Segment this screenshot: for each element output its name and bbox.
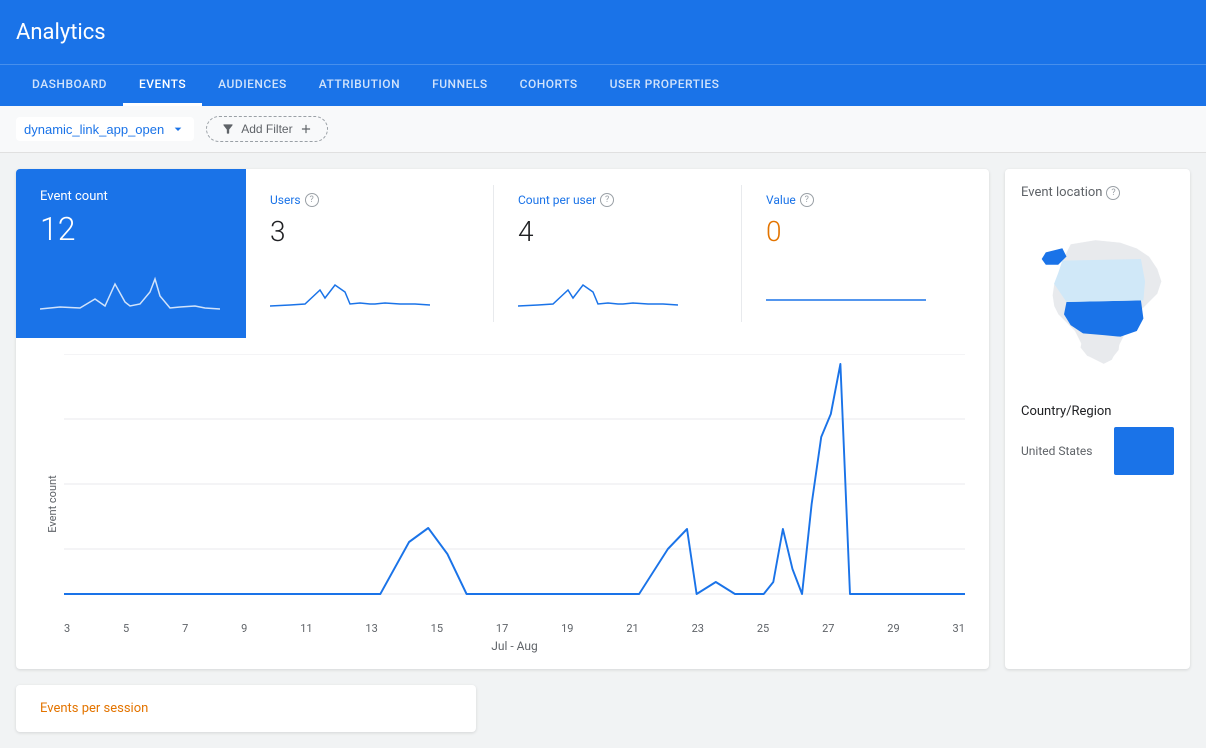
stats-top-row: Event count 12 Users ? 3: [16, 169, 989, 338]
value-value: 0: [766, 215, 965, 248]
metrics-row: Users ? 3 Count per user ? 4: [246, 169, 989, 338]
x-axis-labels: 3 5 7 9 11 13 15 17 19 21 23 25 27 29 31: [64, 618, 965, 635]
users-value: 3: [270, 215, 469, 248]
event-location-title: Event location: [1021, 185, 1102, 200]
count-per-user-sparkline: [518, 260, 678, 310]
country-name: United States: [1021, 444, 1092, 458]
world-map: [1021, 212, 1174, 392]
event-count-value: 12: [40, 210, 222, 248]
navigation: DASHBOARD EVENTS AUDIENCES ATTRIBUTION F…: [0, 64, 1206, 106]
add-filter-label: Add Filter: [241, 122, 292, 136]
event-dropdown-label: dynamic_link_app_open: [24, 122, 164, 137]
nav-cohorts[interactable]: COHORTS: [504, 65, 594, 106]
count-per-user-metric: Count per user ? 4: [494, 185, 742, 322]
users-sparkline: [270, 260, 430, 310]
event-count-label: Event count: [40, 189, 222, 204]
country-bar: [1114, 427, 1174, 475]
value-label: Value: [766, 193, 796, 207]
chevron-down-icon: [170, 121, 186, 137]
value-help-icon[interactable]: ?: [800, 193, 814, 207]
add-filter-button[interactable]: Add Filter: [206, 116, 327, 142]
nav-audiences[interactable]: AUDIENCES: [202, 65, 303, 106]
nav-funnels[interactable]: FUNNELS: [416, 65, 504, 106]
filter-bar: dynamic_link_app_open Add Filter: [0, 106, 1206, 153]
filter-icon: [221, 122, 235, 136]
main-content: Event count 12 Users ? 3: [0, 153, 1206, 685]
count-per-user-label: Count per user: [518, 193, 596, 207]
right-panel: Event location ? Country/Region United S…: [1005, 169, 1190, 669]
nav-attribution[interactable]: ATTRIBUTION: [303, 65, 416, 106]
plus-icon: [299, 122, 313, 136]
users-help-icon[interactable]: ?: [305, 193, 319, 207]
event-count-box: Event count 12: [16, 169, 246, 338]
nav-user-properties[interactable]: USER PROPERTIES: [594, 65, 736, 106]
main-chart-area: Event count 8 6 4 2 0 3 5 7: [16, 338, 989, 669]
count-per-user-help-icon[interactable]: ?: [600, 193, 614, 207]
main-chart: 8 6 4 2 0: [64, 354, 965, 614]
event-location-help-icon[interactable]: ?: [1106, 186, 1120, 200]
event-dropdown[interactable]: dynamic_link_app_open: [16, 117, 194, 141]
events-per-session-card: Events per session: [16, 685, 476, 732]
users-label: Users: [270, 193, 301, 207]
users-metric: Users ? 3: [246, 185, 494, 322]
y-axis-label: Event count: [46, 475, 59, 532]
bottom-section: Events per session: [0, 685, 1206, 748]
nav-dashboard[interactable]: DASHBOARD: [16, 65, 123, 106]
app-title: Analytics: [16, 20, 106, 45]
value-sparkline: [766, 260, 926, 310]
event-count-sparkline: [40, 264, 220, 314]
date-range-label: Jul - Aug: [64, 639, 965, 653]
nav-events[interactable]: EVENTS: [123, 65, 202, 106]
header: Analytics: [0, 0, 1206, 64]
country-region-title: Country/Region: [1021, 404, 1174, 419]
country-bar-row: United States: [1021, 427, 1174, 475]
stats-chart-card: Event count 12 Users ? 3: [16, 169, 989, 669]
events-per-session-title: Events per session: [40, 701, 452, 716]
value-metric: Value ? 0: [742, 185, 989, 322]
count-per-user-value: 4: [518, 215, 717, 248]
map-container: [1021, 212, 1174, 392]
